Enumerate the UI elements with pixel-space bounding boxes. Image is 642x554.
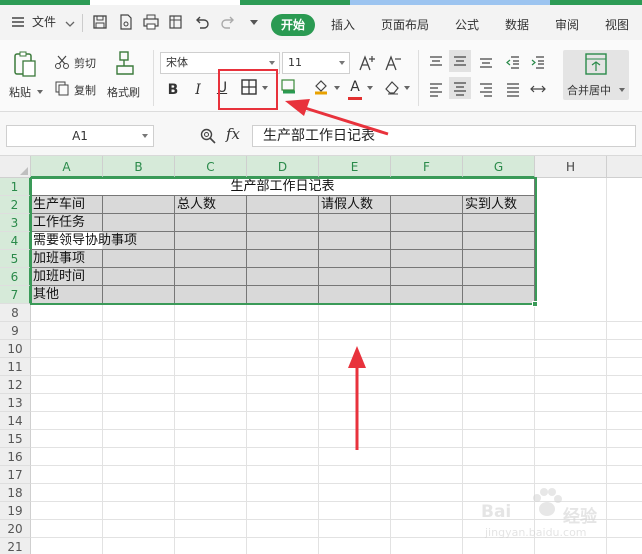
baidu-watermark: Bai 经验 jingyan.baidu.com (455, 480, 635, 550)
watermark-brand2: 经验 (563, 507, 597, 527)
watermark-url: jingyan.baidu.com (485, 526, 587, 539)
watermark-brand: Bai (481, 502, 512, 522)
paw-icon (529, 486, 563, 520)
annotation-arrow-border (285, 99, 389, 136)
table-cell[interactable]: 需要领导协助事项 (31, 232, 137, 250)
annotation-arrows (285, 99, 389, 450)
annotation-arrow-table (348, 346, 366, 450)
